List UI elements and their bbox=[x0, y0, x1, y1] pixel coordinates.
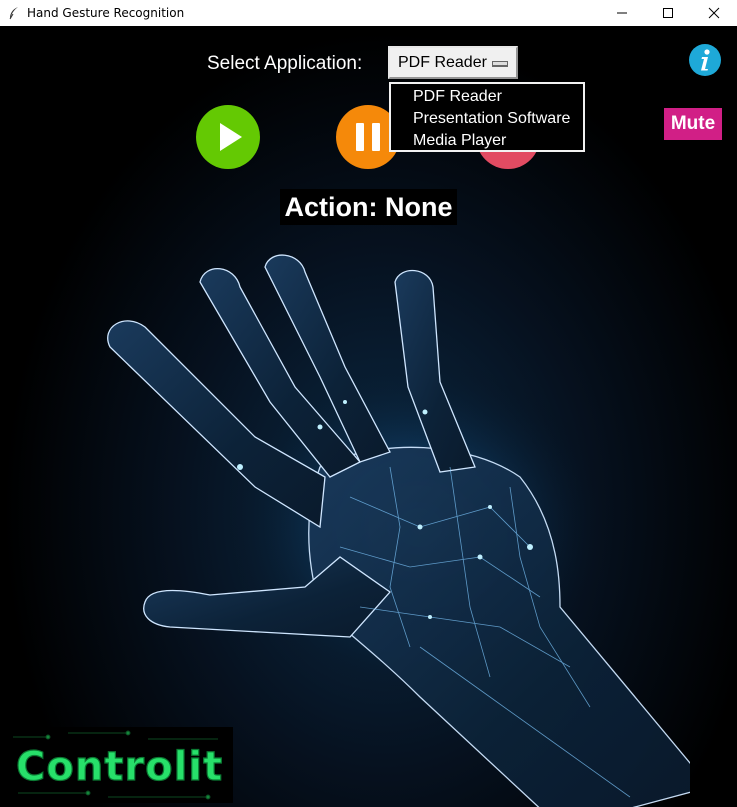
menu-item-media-player[interactable]: Media Player bbox=[391, 130, 583, 152]
menu-item-pdf-reader[interactable]: PDF Reader bbox=[391, 86, 583, 108]
dropdown-indicator-icon bbox=[492, 61, 508, 67]
play-icon bbox=[196, 105, 260, 169]
controlit-logo-image: Controlit bbox=[13, 730, 223, 800]
app-canvas: Select Application: PDF Reader PDF Reade… bbox=[0, 27, 737, 807]
maximize-icon bbox=[663, 8, 673, 18]
svg-text:Controlit: Controlit bbox=[16, 744, 223, 790]
title-bar: Hand Gesture Recognition bbox=[0, 0, 737, 26]
info-icon bbox=[689, 44, 721, 76]
controlit-logo: Controlit bbox=[8, 727, 233, 803]
hand-illustration bbox=[107, 254, 690, 807]
application-select[interactable]: PDF Reader bbox=[388, 46, 518, 79]
close-button[interactable] bbox=[691, 0, 737, 26]
minimize-icon bbox=[617, 12, 627, 14]
application-select-value: PDF Reader bbox=[398, 53, 487, 71]
application-dropdown-menu: PDF Reader Presentation Software Media P… bbox=[389, 82, 585, 152]
select-application-label: Select Application: bbox=[207, 53, 363, 74]
minimize-button[interactable] bbox=[599, 0, 645, 26]
window-title: Hand Gesture Recognition bbox=[27, 6, 185, 20]
action-status-label: Action: None bbox=[280, 189, 457, 225]
play-button[interactable] bbox=[196, 105, 260, 169]
info-button[interactable] bbox=[688, 43, 722, 77]
mute-button[interactable]: Mute bbox=[664, 108, 722, 140]
close-icon bbox=[708, 7, 720, 19]
maximize-button[interactable] bbox=[645, 0, 691, 26]
menu-item-presentation-software[interactable]: Presentation Software bbox=[391, 108, 583, 130]
feather-icon bbox=[7, 6, 21, 20]
